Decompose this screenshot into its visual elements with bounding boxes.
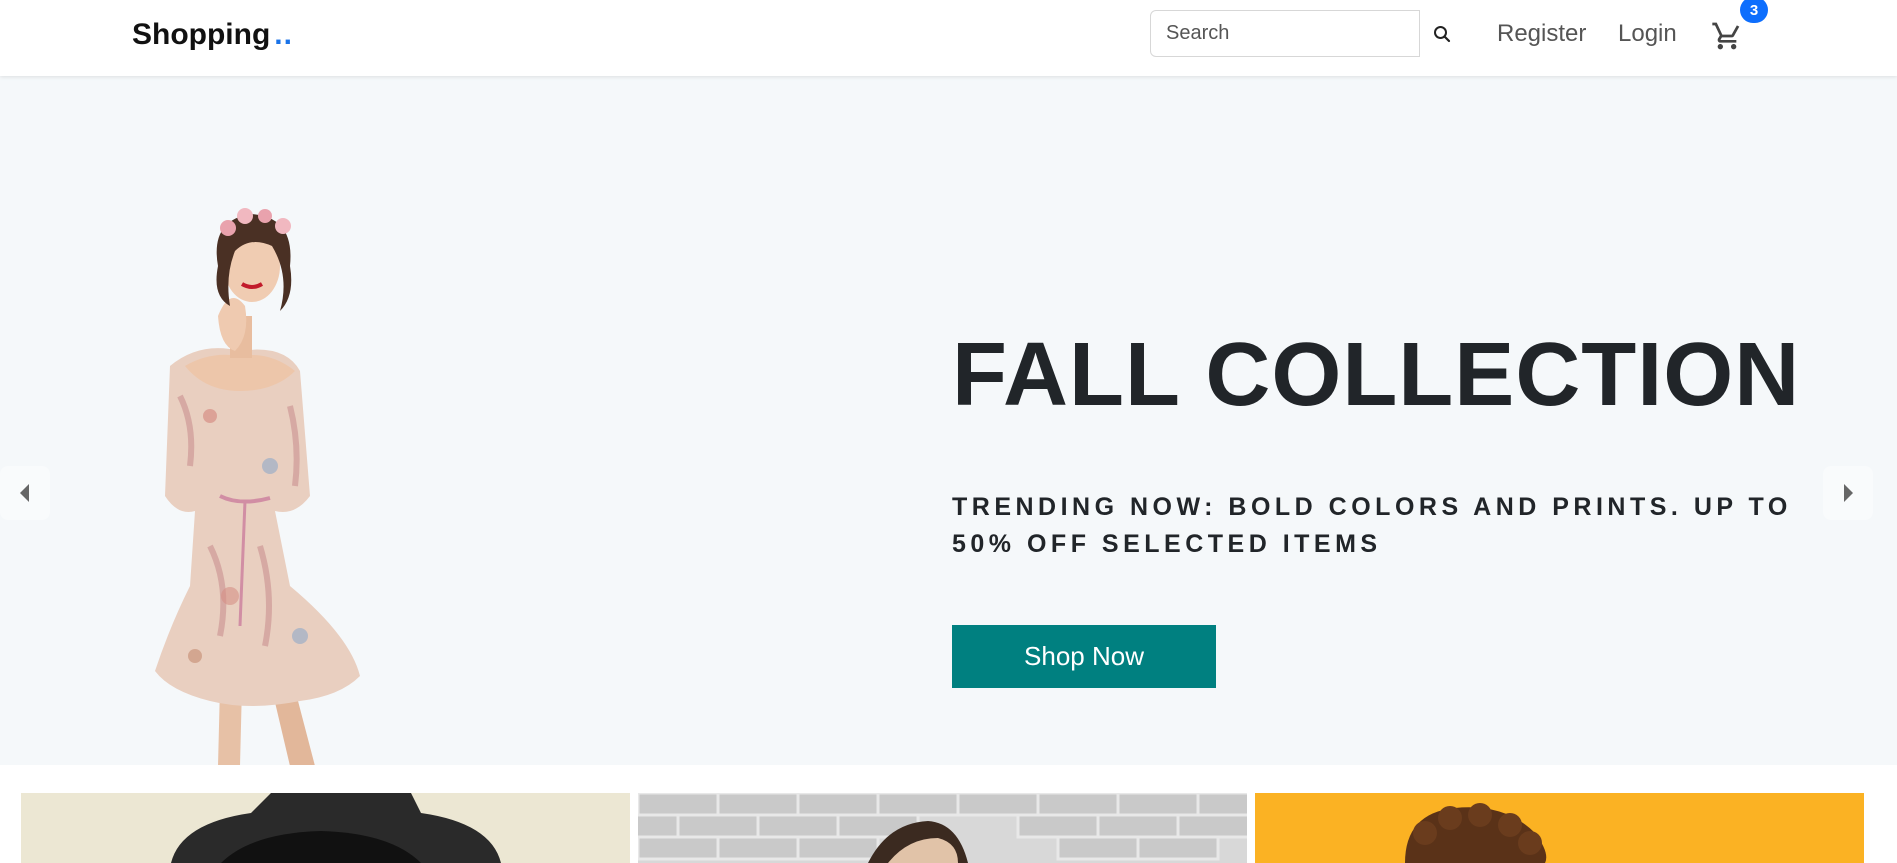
- category-cards: [0, 765, 1897, 863]
- brand-logo[interactable]: Shopping..: [132, 18, 293, 52]
- category-card[interactable]: [638, 793, 1247, 863]
- brand-name: Shopping: [132, 18, 271, 51]
- cart-button[interactable]: [1711, 20, 1743, 52]
- category-card[interactable]: [21, 793, 630, 863]
- search-button[interactable]: [1420, 10, 1464, 57]
- carousel-prev-button[interactable]: [0, 466, 50, 520]
- brand-dots: ..: [274, 18, 293, 51]
- navbar: Shopping.. Register Login 3: [0, 0, 1897, 76]
- hat-model-image: [171, 793, 501, 863]
- cart-count-badge: 3: [1740, 0, 1768, 23]
- search-icon: [1434, 25, 1451, 42]
- cart-icon: [1712, 22, 1740, 50]
- category-card[interactable]: [1255, 793, 1864, 863]
- login-link[interactable]: Login: [1618, 20, 1677, 48]
- hero-model-image: [155, 208, 360, 766]
- hero-title: FALL COLLECTION: [952, 325, 1801, 425]
- hero-carousel: FALL COLLECTION TRENDING NOW: BOLD COLOR…: [0, 76, 1897, 766]
- curly-hair-model-image: [1405, 803, 1547, 863]
- search-input[interactable]: [1150, 10, 1420, 57]
- caret-left-icon: [20, 484, 29, 502]
- brick-wall-model-image: [638, 793, 1247, 863]
- register-link[interactable]: Register: [1497, 20, 1586, 48]
- shop-now-button[interactable]: Shop Now: [952, 625, 1216, 688]
- hero-subtitle: TRENDING NOW: BOLD COLORS AND PRINTS. UP…: [952, 493, 1792, 558]
- caret-right-icon: [1844, 484, 1853, 502]
- carousel-next-button[interactable]: [1823, 466, 1873, 520]
